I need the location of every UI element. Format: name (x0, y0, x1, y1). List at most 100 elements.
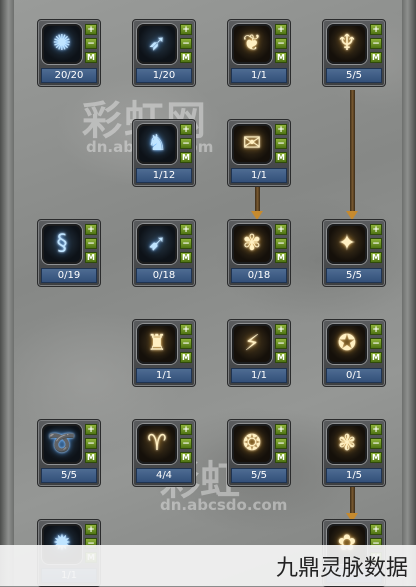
left-frame (0, 0, 14, 586)
skill-node[interactable]: ✦ + − M 5/5 (322, 219, 386, 287)
skill-eagle-icon[interactable]: ♈ (137, 424, 177, 464)
max-level-button[interactable]: M (275, 252, 287, 263)
skill-glyph: ♆ (337, 31, 357, 56)
skill-burst-icon[interactable]: ❃ (327, 424, 367, 464)
skill-node[interactable]: ✉ + − M 1/1 (227, 119, 291, 187)
remove-point-button[interactable]: − (180, 38, 192, 49)
add-point-button[interactable]: + (370, 224, 382, 235)
skill-level: 4/4 (136, 468, 192, 483)
skill-guard-icon[interactable]: ✪ (327, 324, 367, 364)
skill-node[interactable]: ✾ + − M 0/18 (227, 219, 291, 287)
skill-node[interactable]: ✺ + − M 20/20 (37, 19, 101, 87)
skill-node[interactable]: ❃ + − M 1/5 (322, 419, 386, 487)
add-point-button[interactable]: + (180, 24, 192, 35)
skill-node[interactable]: ➶ + − M 1/20 (132, 19, 196, 87)
skill-flame-icon[interactable]: ✾ (232, 224, 272, 264)
add-point-button[interactable]: + (85, 524, 97, 535)
skill-glyph: ✦ (337, 231, 357, 256)
remove-point-button[interactable]: − (275, 238, 287, 249)
skill-node[interactable]: ❦ + − M 1/1 (227, 19, 291, 87)
skill-spirit-icon[interactable]: ♆ (327, 24, 367, 64)
max-level-button[interactable]: M (180, 252, 192, 263)
skill-rune-icon[interactable]: ✺ (42, 24, 82, 64)
skill-node[interactable]: ❂ + − M 5/5 (227, 419, 291, 487)
add-point-button[interactable]: + (275, 224, 287, 235)
skill-level: 1/5 (326, 468, 382, 483)
skill-glyph: ✉ (242, 131, 262, 156)
skill-glyph: ✺ (52, 31, 72, 56)
add-point-button[interactable]: + (275, 24, 287, 35)
remove-point-button[interactable]: − (370, 38, 382, 49)
remove-point-button[interactable]: − (370, 238, 382, 249)
skill-arrow-icon[interactable]: ➹ (137, 224, 177, 264)
max-level-button[interactable]: M (85, 52, 97, 63)
add-point-button[interactable]: + (85, 424, 97, 435)
add-point-button[interactable]: + (275, 324, 287, 335)
add-point-button[interactable]: + (85, 24, 97, 35)
skill-crest-icon[interactable]: ❂ (232, 424, 272, 464)
skill-bow-icon[interactable]: ➶ (137, 24, 177, 64)
skill-blade-icon[interactable]: ♞ (137, 124, 177, 164)
skill-level: 5/5 (231, 468, 287, 483)
remove-point-button[interactable]: − (275, 38, 287, 49)
add-point-button[interactable]: + (370, 524, 382, 535)
remove-point-button[interactable]: − (180, 238, 192, 249)
max-level-button[interactable]: M (180, 152, 192, 163)
skill-level: 0/18 (231, 268, 287, 283)
remove-point-button[interactable]: − (180, 438, 192, 449)
remove-point-button[interactable]: − (275, 438, 287, 449)
skill-node[interactable]: § + − M 0/19 (37, 219, 101, 287)
add-point-button[interactable]: + (370, 424, 382, 435)
remove-point-button[interactable]: − (180, 338, 192, 349)
add-point-button[interactable]: + (275, 124, 287, 135)
add-point-button[interactable]: + (180, 324, 192, 335)
max-level-button[interactable]: M (275, 52, 287, 63)
max-level-button[interactable]: M (370, 452, 382, 463)
max-level-button[interactable]: M (370, 252, 382, 263)
skill-strike-icon[interactable]: ✦ (327, 224, 367, 264)
max-level-button[interactable]: M (275, 152, 287, 163)
skill-node[interactable]: ⚡ + − M 1/1 (227, 319, 291, 387)
skill-node[interactable]: ➰ + − M 5/5 (37, 419, 101, 487)
skill-rush-icon[interactable]: ⚡ (232, 324, 272, 364)
skill-totem-icon[interactable]: ♜ (137, 324, 177, 364)
skill-node[interactable]: ♜ + − M 1/1 (132, 319, 196, 387)
skill-scroll-icon[interactable]: ✉ (232, 124, 272, 164)
max-level-button[interactable]: M (85, 452, 97, 463)
max-level-button[interactable]: M (85, 252, 97, 263)
skill-level: 1/1 (231, 168, 287, 183)
add-point-button[interactable]: + (180, 424, 192, 435)
prereq-arrow-2 (251, 186, 263, 220)
skill-glyph: ❦ (242, 31, 262, 56)
add-point-button[interactable]: + (370, 324, 382, 335)
remove-point-button[interactable]: − (85, 438, 97, 449)
add-point-button[interactable]: + (180, 224, 192, 235)
max-level-button[interactable]: M (180, 452, 192, 463)
remove-point-button[interactable]: − (275, 338, 287, 349)
skill-vortex-icon[interactable]: ➰ (42, 424, 82, 464)
max-level-button[interactable]: M (275, 452, 287, 463)
skill-wing-icon[interactable]: ❦ (232, 24, 272, 64)
remove-point-button[interactable]: − (370, 338, 382, 349)
skill-node[interactable]: ♞ + − M 1/12 (132, 119, 196, 187)
max-level-button[interactable]: M (370, 352, 382, 363)
add-point-button[interactable]: + (85, 224, 97, 235)
skill-node[interactable]: ✪ + − M 0/1 (322, 319, 386, 387)
skill-node[interactable]: ➹ + − M 0/18 (132, 219, 196, 287)
remove-point-button[interactable]: − (275, 138, 287, 149)
skill-level: 5/5 (326, 268, 382, 283)
add-point-button[interactable]: + (180, 124, 192, 135)
max-level-button[interactable]: M (180, 52, 192, 63)
skill-node[interactable]: ♆ + − M 5/5 (322, 19, 386, 87)
add-point-button[interactable]: + (275, 424, 287, 435)
max-level-button[interactable]: M (180, 352, 192, 363)
max-level-button[interactable]: M (370, 52, 382, 63)
max-level-button[interactable]: M (275, 352, 287, 363)
skill-chain-icon[interactable]: § (42, 224, 82, 264)
add-point-button[interactable]: + (370, 24, 382, 35)
remove-point-button[interactable]: − (85, 38, 97, 49)
skill-node[interactable]: ♈ + − M 4/4 (132, 419, 196, 487)
remove-point-button[interactable]: − (85, 238, 97, 249)
remove-point-button[interactable]: − (370, 438, 382, 449)
remove-point-button[interactable]: − (180, 138, 192, 149)
